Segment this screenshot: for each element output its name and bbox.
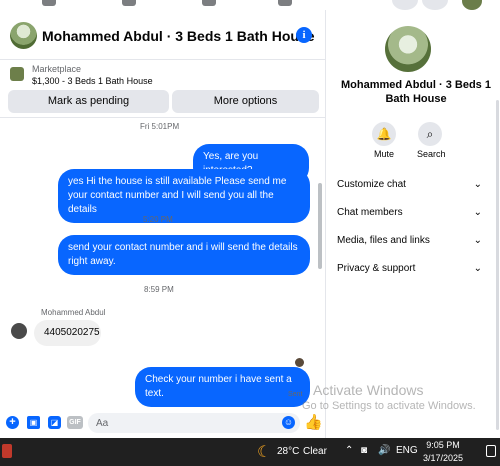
message-status: Sent xyxy=(288,391,303,398)
activation-watermark-title: Activate Windows xyxy=(313,382,424,398)
section-privacy-support[interactable]: Privacy & support ⌄ xyxy=(337,263,482,279)
sender-avatar[interactable] xyxy=(11,323,27,339)
listing-summary[interactable]: Marketplace $1,300 - 3 Beds 1 Bath House xyxy=(0,61,326,91)
seen-avatar xyxy=(295,358,304,367)
conversation-info-panel: Mohammed Abdul · 3 Beds 1 Bath House 🔔 M… xyxy=(327,10,500,438)
chevron-down-icon: ⌄ xyxy=(473,207,482,218)
chevron-down-icon: ⌄ xyxy=(473,179,482,190)
info-icon[interactable]: i xyxy=(296,27,312,43)
notification-icon[interactable] xyxy=(486,445,496,457)
message-outgoing[interactable]: Check your number i have sent a text. xyxy=(135,367,310,407)
section-label: Media, files and links xyxy=(337,235,430,246)
message-input[interactable] xyxy=(88,413,300,433)
composer: + ▣ ◪ GIF ☺ 👍 xyxy=(0,409,326,438)
messenger-icon[interactable] xyxy=(422,0,448,10)
section-label: Chat members xyxy=(337,207,403,218)
app-icon[interactable] xyxy=(2,444,12,458)
moon-icon[interactable]: ☾ xyxy=(257,442,271,462)
nav-icon[interactable] xyxy=(202,0,216,6)
chat-panel: Mohammed Abdul · 3 Beds 1 Bath House i M… xyxy=(0,10,326,438)
temperature[interactable]: 28°C xyxy=(277,446,299,457)
sender-name: Mohammed Abdul xyxy=(41,308,106,317)
chevron-down-icon: ⌄ xyxy=(473,263,482,274)
mute-label: Mute xyxy=(374,149,395,159)
speaker-icon[interactable]: 🔊 xyxy=(378,445,390,456)
chevron-down-icon: ⌄ xyxy=(473,235,482,246)
chevron-up-icon[interactable]: ⌃ xyxy=(345,445,353,456)
conversation-large-avatar[interactable] xyxy=(385,26,431,72)
clock-time[interactable]: 9:05 PM xyxy=(424,440,462,450)
camera-icon[interactable]: ◙ xyxy=(361,445,367,456)
message-outgoing[interactable]: send your contact number and i will send… xyxy=(58,235,310,275)
more-options-button[interactable]: More options xyxy=(172,90,319,113)
profile-avatar[interactable] xyxy=(462,0,482,10)
image-icon[interactable]: ▣ xyxy=(27,416,40,429)
nav-icon[interactable] xyxy=(122,0,136,6)
mark-as-pending-button[interactable]: Mark as pending xyxy=(8,90,169,113)
section-media-files-links[interactable]: Media, files and links ⌄ xyxy=(337,235,482,251)
conversation-name: Mohammed Abdul · 3 Beds 1 Bath House xyxy=(341,79,491,105)
section-label: Privacy & support xyxy=(337,263,416,274)
thumbs-up-icon[interactable]: 👍 xyxy=(304,413,323,431)
listing-actions: Mark as pending More options xyxy=(8,90,320,114)
clock-date[interactable]: 3/17/2025 xyxy=(419,453,467,463)
search-label: Search xyxy=(417,149,446,159)
activation-watermark-hint: Go to Settings to activate Windows. xyxy=(302,400,476,412)
section-chat-members[interactable]: Chat members ⌄ xyxy=(337,207,482,223)
listing-price-title: $1,300 - 3 Beds 1 Bath House xyxy=(32,76,153,86)
timestamp: 5:20 PM xyxy=(143,215,173,224)
chat-header: Mohammed Abdul · 3 Beds 1 Bath House i xyxy=(0,10,326,60)
taskbar: ☾ 28°C Clear ⌃ ◙ 🔊 ENG 9:05 PM 3/17/2025 xyxy=(0,438,500,466)
language-indicator[interactable]: ENG xyxy=(396,445,418,456)
listing-thumbnail xyxy=(10,67,24,81)
search-icon[interactable]: ⌕ xyxy=(418,122,442,146)
timestamp: 8:59 PM xyxy=(144,285,174,294)
message-list: Fri 5:01PM Yes, are you interested? yes … xyxy=(0,117,326,409)
section-customize-chat[interactable]: Customize chat ⌄ xyxy=(337,179,482,195)
screen: Mohammed Abdul · 3 Beds 1 Bath House i M… xyxy=(0,0,500,466)
plus-icon[interactable]: + xyxy=(6,416,19,429)
conversation-title[interactable]: Mohammed Abdul · 3 Beds 1 Bath House xyxy=(42,28,315,44)
emoji-icon[interactable]: ☺ xyxy=(282,416,295,429)
nav-icon[interactable] xyxy=(42,0,56,6)
gif-icon[interactable]: GIF xyxy=(67,416,83,429)
conversation-avatar[interactable] xyxy=(10,22,37,49)
bell-icon[interactable]: 🔔 xyxy=(372,122,396,146)
top-nav-strip xyxy=(0,0,500,10)
section-label: Customize chat xyxy=(337,179,406,190)
listing-category: Marketplace xyxy=(32,64,82,74)
message-scrollbar[interactable] xyxy=(318,183,322,269)
nav-icon[interactable] xyxy=(278,0,292,6)
menu-icon[interactable] xyxy=(392,0,418,10)
timestamp: Fri 5:01PM xyxy=(140,122,180,131)
message-outgoing[interactable]: yes Hi the house is still available Plea… xyxy=(58,169,310,223)
sticker-icon[interactable]: ◪ xyxy=(48,416,61,429)
weather-condition[interactable]: Clear xyxy=(303,446,327,457)
message-incoming[interactable]: 4405020275 xyxy=(34,320,101,346)
panel-scrollbar[interactable] xyxy=(496,100,499,430)
